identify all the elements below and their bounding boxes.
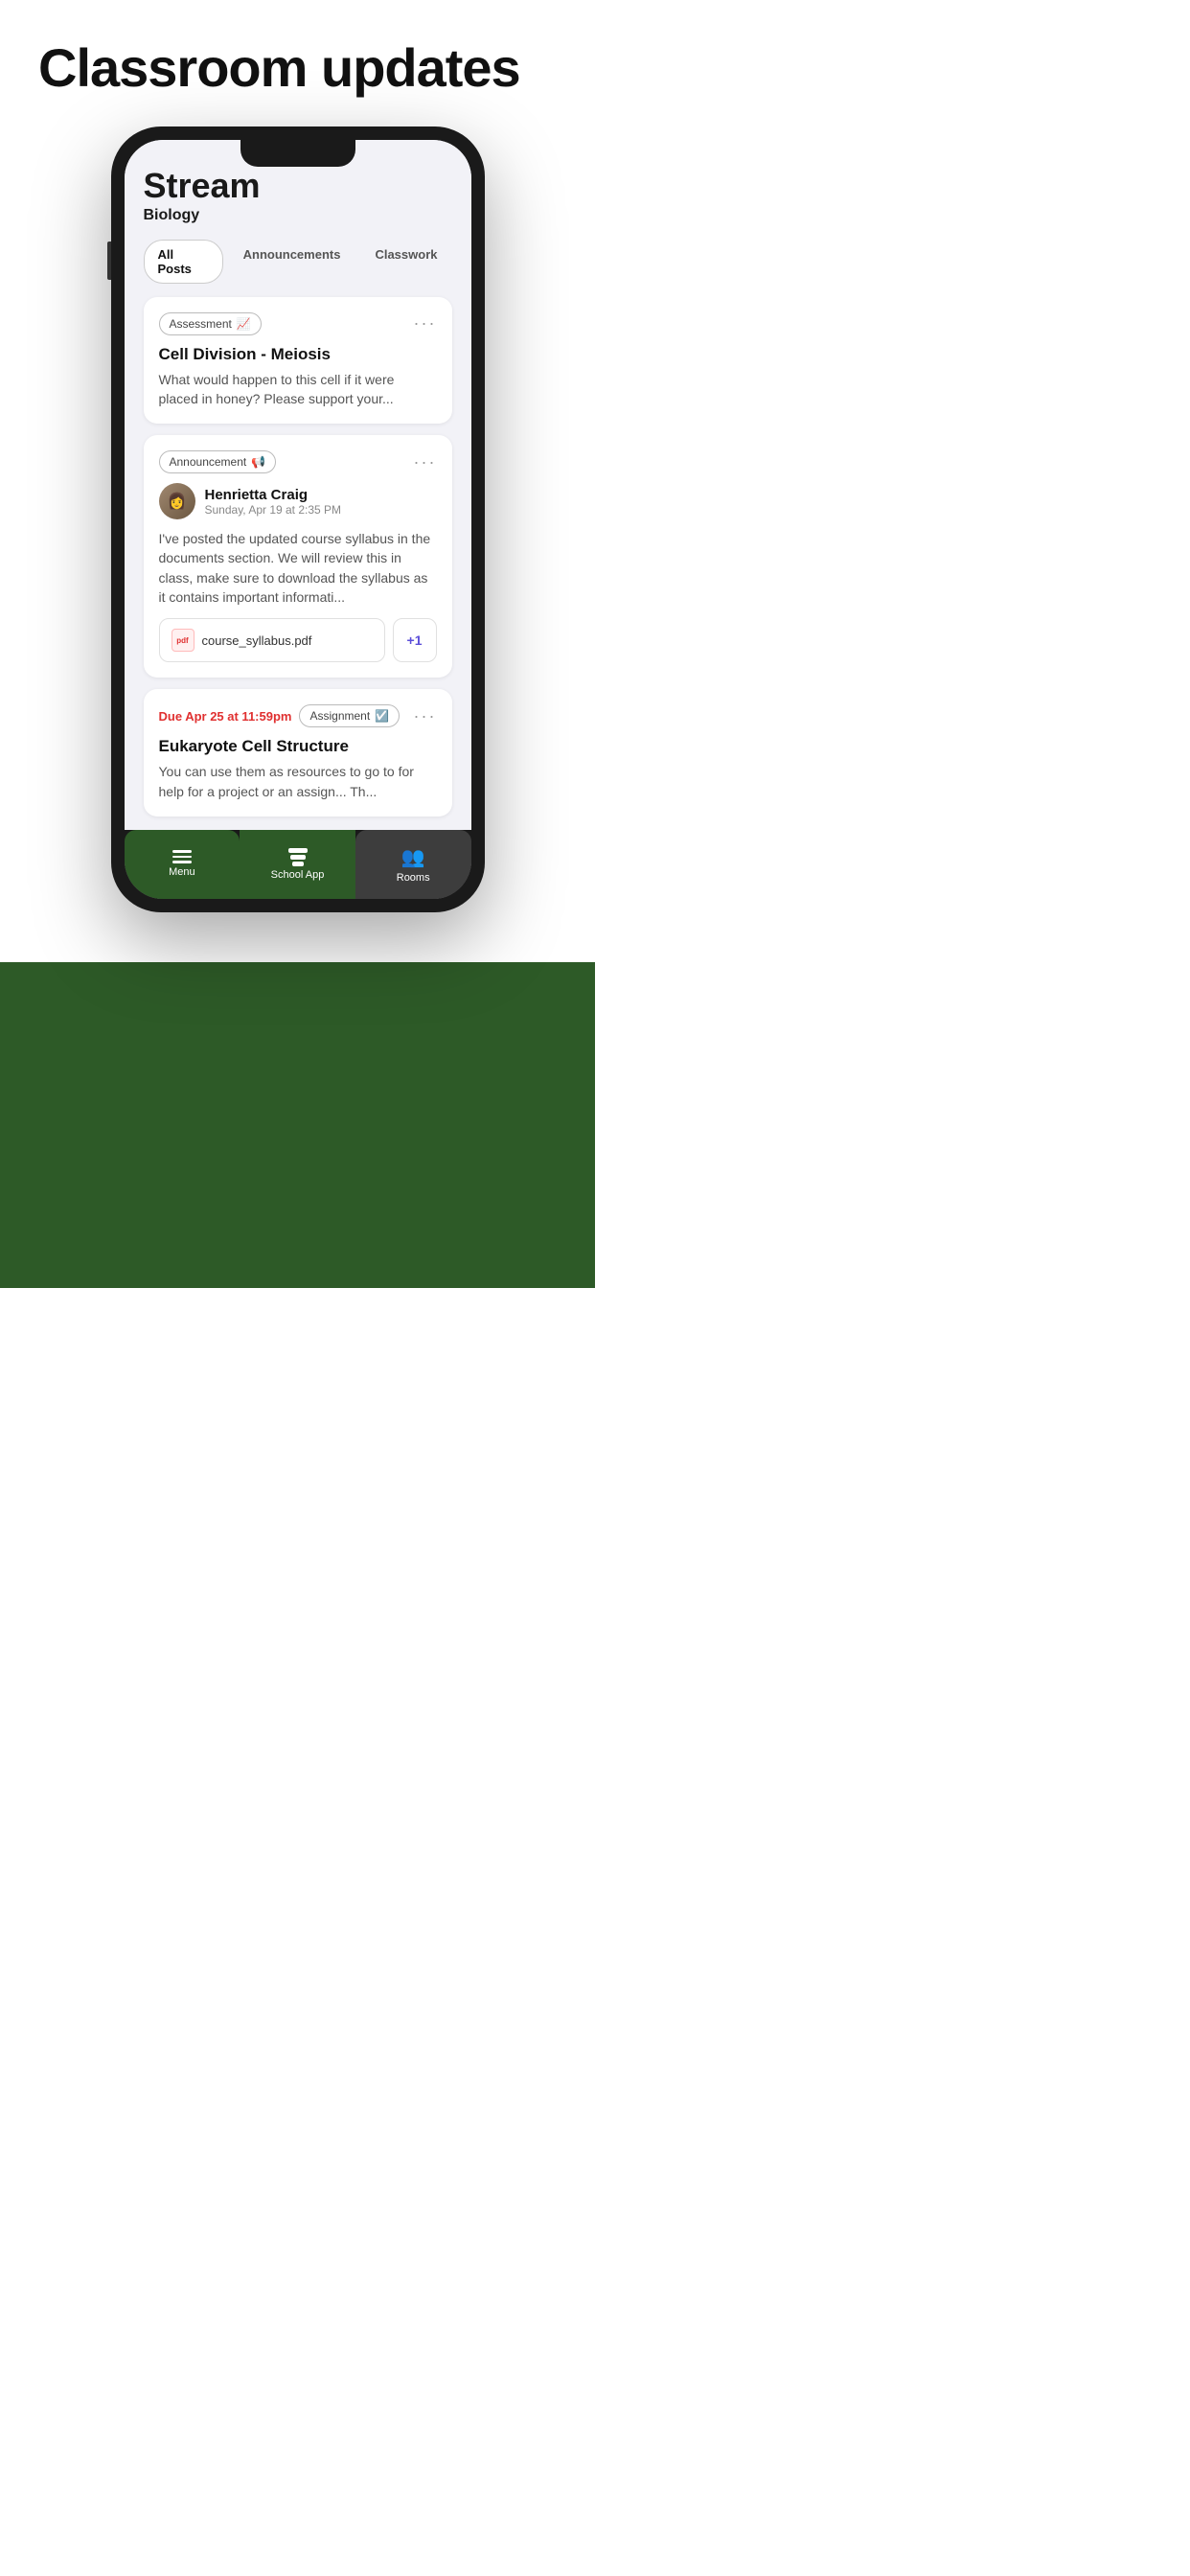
school-app-icon bbox=[288, 848, 308, 866]
menu-line-3 bbox=[172, 861, 192, 863]
avatar: 👩 bbox=[159, 483, 195, 519]
nav-school-app[interactable]: School App bbox=[240, 830, 355, 899]
author-row: 👩 Henrietta Craig Sunday, Apr 19 at 2:35… bbox=[159, 483, 437, 519]
menu-icon bbox=[172, 850, 192, 863]
announcement-icon: 📢 bbox=[251, 455, 265, 469]
bottom-nav: Menu School App 👥 Rooms bbox=[125, 830, 471, 899]
rooms-icon: 👥 bbox=[401, 845, 425, 869]
announcement-tag: Announcement 📢 bbox=[159, 450, 277, 473]
card-more-button-2[interactable]: ··· bbox=[414, 452, 437, 472]
assessment-icon: 📈 bbox=[237, 317, 251, 331]
phone-notch bbox=[240, 140, 355, 167]
assessment-card[interactable]: Assessment 📈 ··· Cell Division - Meiosis… bbox=[144, 297, 452, 425]
tabs-row: All Posts Announcements Classwork bbox=[144, 240, 452, 284]
green-accent-bg bbox=[0, 962, 595, 1288]
tab-classwork[interactable]: Classwork bbox=[360, 240, 451, 284]
stack-layer-2 bbox=[290, 855, 306, 860]
author-info: Henrietta Craig Sunday, Apr 19 at 2:35 P… bbox=[205, 487, 342, 517]
assessment-tag: Assessment 📈 bbox=[159, 312, 262, 335]
page-title-area: Classroom updates bbox=[0, 0, 595, 117]
nav-school-label: School App bbox=[271, 869, 325, 881]
page-title: Classroom updates bbox=[38, 38, 557, 98]
stream-subject: Biology bbox=[144, 207, 452, 224]
phone-frame: Stream Biology All Posts Announcements bbox=[111, 126, 485, 912]
assessment-body: What would happen to this cell if it wer… bbox=[159, 370, 437, 409]
assignment-body: You can use them as resources to go to f… bbox=[159, 762, 437, 801]
assignment-tags: Due Apr 25 at 11:59pm Assignment ☑️ bbox=[159, 704, 400, 727]
nav-menu-label: Menu bbox=[169, 866, 195, 878]
assignment-title: Eukaryote Cell Structure bbox=[159, 737, 437, 756]
avatar-image: 👩 bbox=[159, 483, 195, 519]
nav-menu[interactable]: Menu bbox=[125, 830, 240, 899]
tab-all-posts[interactable]: All Posts bbox=[144, 240, 223, 284]
due-label: Due Apr 25 at 11:59pm bbox=[159, 709, 292, 724]
card-tag-row: Assessment 📈 ··· bbox=[159, 312, 437, 335]
menu-line-2 bbox=[172, 856, 192, 859]
assignment-card[interactable]: Due Apr 25 at 11:59pm Assignment ☑️ ··· … bbox=[144, 689, 452, 816]
assignment-icon: ☑️ bbox=[375, 709, 389, 723]
assignment-tag-row: Due Apr 25 at 11:59pm Assignment ☑️ ··· bbox=[159, 704, 437, 727]
author-date: Sunday, Apr 19 at 2:35 PM bbox=[205, 503, 342, 517]
card-more-button-3[interactable]: ··· bbox=[414, 706, 437, 726]
card-more-button[interactable]: ··· bbox=[414, 313, 437, 334]
stack-layer-1 bbox=[288, 848, 308, 853]
pdf-icon: pdf bbox=[172, 629, 195, 652]
phone-screen: Stream Biology All Posts Announcements bbox=[125, 140, 471, 899]
tab-announcements[interactable]: Announcements bbox=[229, 240, 355, 284]
attachment-pdf[interactable]: pdf course_syllabus.pdf bbox=[159, 618, 385, 662]
phone-mockup: Stream Biology All Posts Announcements bbox=[0, 117, 595, 912]
stack-layer-3 bbox=[292, 862, 304, 866]
stream-title: Stream bbox=[144, 169, 452, 203]
nav-rooms[interactable]: 👥 Rooms bbox=[355, 830, 471, 899]
app-content: Stream Biology All Posts Announcements bbox=[125, 140, 471, 830]
attachment-row: pdf course_syllabus.pdf +1 bbox=[159, 618, 437, 662]
page-background: Classroom updates Stream Biology bbox=[0, 0, 595, 1288]
stream-header: Stream Biology bbox=[144, 169, 452, 224]
attachment-count[interactable]: +1 bbox=[393, 618, 437, 662]
assessment-title: Cell Division - Meiosis bbox=[159, 345, 437, 364]
attachment-filename: course_syllabus.pdf bbox=[202, 633, 312, 648]
author-name: Henrietta Craig bbox=[205, 487, 342, 503]
announcement-body: I've posted the updated course syllabus … bbox=[159, 529, 437, 607]
menu-line-1 bbox=[172, 850, 192, 853]
nav-rooms-label: Rooms bbox=[397, 872, 430, 884]
assignment-tag: Assignment ☑️ bbox=[299, 704, 400, 727]
card-tag-row-2: Announcement 📢 ··· bbox=[159, 450, 437, 473]
screen-content: Stream Biology All Posts Announcements bbox=[125, 140, 471, 899]
announcement-card[interactable]: Announcement 📢 ··· 👩 Henrietta bbox=[144, 435, 452, 678]
